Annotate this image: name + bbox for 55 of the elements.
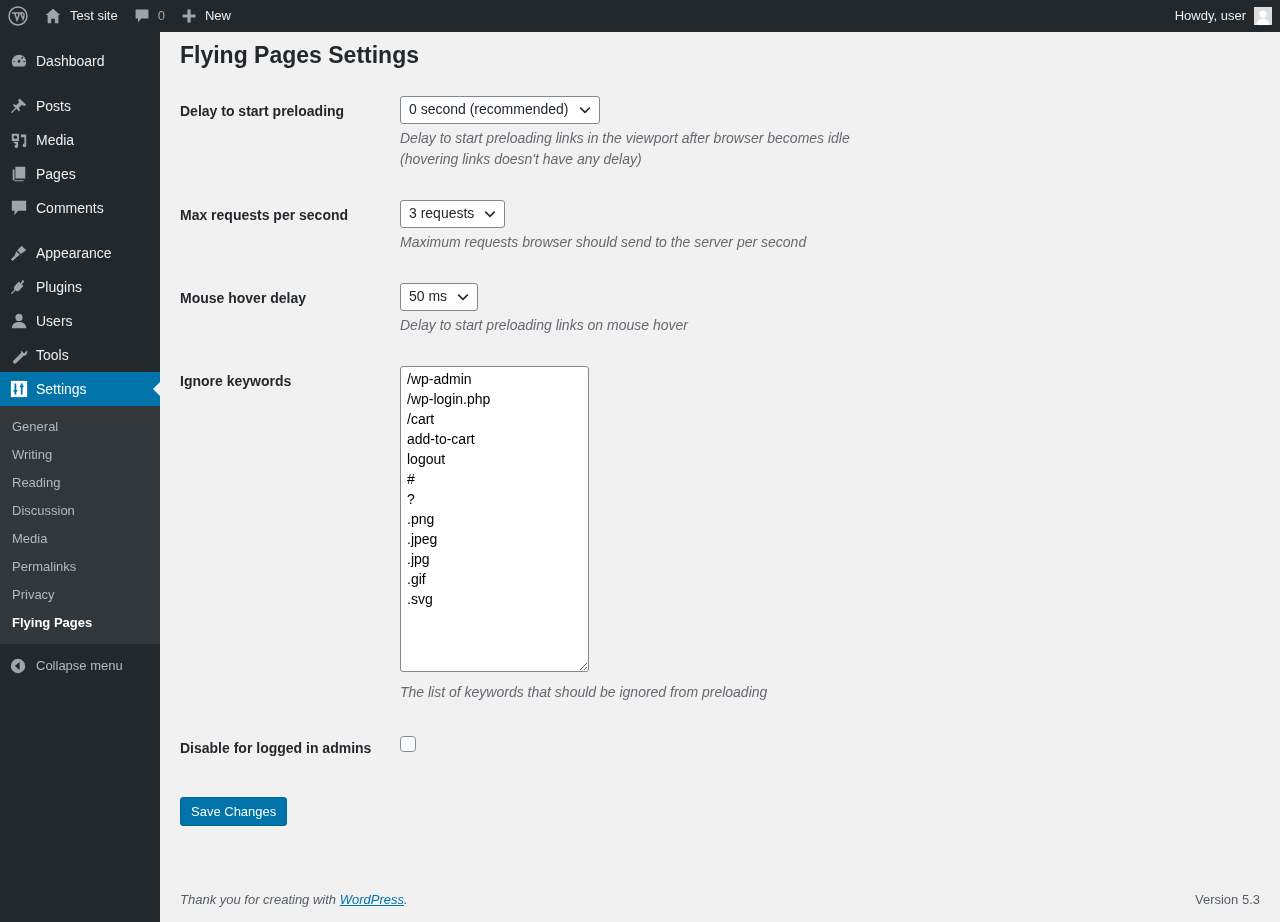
avatar-icon <box>1254 7 1272 25</box>
speech-bubble-icon <box>133 8 150 24</box>
sidebar-item[interactable]: Tools <box>0 338 160 372</box>
sidebar-item[interactable]: Dashboard <box>0 44 160 78</box>
submenu-item[interactable]: Media <box>0 525 160 553</box>
field-label: Mouse hover delay <box>180 288 308 308</box>
dropdown[interactable]: 0 second (recommended) <box>400 95 600 124</box>
submenu-item[interactable]: Flying Pages <box>0 609 160 637</box>
field-description: Delay to start preloading links on mouse hover <box>400 315 688 335</box>
dropdown[interactable]: 3 requests <box>400 199 506 228</box>
sidebar-item[interactable]: Media <box>0 123 160 157</box>
site-link[interactable]: Test site <box>44 6 118 26</box>
left-arrow-circle-icon <box>10 658 26 674</box>
field-label: Disable for logged in admins <box>180 738 373 758</box>
submenu-item[interactable]: Reading <box>0 469 160 497</box>
speech-bubble-icon <box>10 199 28 217</box>
submenu-item[interactable]: Permalinks <box>0 553 160 581</box>
submenu-item[interactable]: Privacy <box>0 581 160 609</box>
sidebar-item[interactable]: Appearance <box>0 236 160 270</box>
sidebar-item[interactable]: Settings <box>0 372 160 406</box>
wordpress-logo-icon[interactable] <box>8 6 28 26</box>
sliders-icon <box>10 380 28 398</box>
checkbox[interactable] <box>400 735 416 752</box>
dropdown[interactable]: 50 ms <box>400 282 479 311</box>
media-icon <box>10 131 28 149</box>
account-link[interactable]: Howdy, user <box>1174 6 1272 26</box>
submenu-item[interactable]: General <box>0 413 160 441</box>
save-button[interactable]: Save Changes <box>180 796 288 827</box>
textarea-field[interactable]: /wp-admin /wp-login.php /cart add-to-cart logout # ? .png .jpeg .jpg .gif .svg <box>400 365 589 672</box>
paintbrush-icon <box>10 244 28 262</box>
new-link[interactable]: New <box>180 6 231 26</box>
footer-text: Thank you for creating with WordPress. <box>180 890 408 909</box>
submenu-item[interactable]: Discussion <box>0 497 160 525</box>
field-description: Maximum requests browser should send to the server per second <box>400 232 807 252</box>
home-icon <box>44 7 62 25</box>
field-label: Max requests per second <box>180 205 350 225</box>
collapse-menu-button[interactable]: Collapse menu <box>0 652 160 680</box>
person-icon <box>10 312 28 330</box>
field-description: The list of keywords that should be ignored from preloading <box>400 682 768 702</box>
comments-link[interactable]: 0 <box>133 6 165 26</box>
field-label: Ignore keywords <box>180 371 293 391</box>
plus-icon <box>180 8 197 24</box>
sidebar-item[interactable]: Comments <box>0 191 160 225</box>
sidebar-item[interactable]: Plugins <box>0 270 160 304</box>
field-description: Delay to start preloading links in the viewport after browser becomes idle (hovering links doesn't have any delay) <box>400 128 851 169</box>
page-title: Flying Pages Settings <box>180 42 420 70</box>
submenu-item[interactable]: Writing <box>0 441 160 469</box>
sidebar-item[interactable]: Pages <box>0 157 160 191</box>
sidebar-item[interactable]: Users <box>0 304 160 338</box>
version-text: Version 5.3 <box>1194 890 1260 909</box>
wordpress-link[interactable]: WordPress <box>339 891 404 907</box>
pages-icon <box>10 165 28 183</box>
sidebar-item[interactable]: Posts <box>0 89 160 123</box>
pushpin-icon <box>10 97 28 115</box>
field-label: Delay to start preloading <box>180 101 346 121</box>
